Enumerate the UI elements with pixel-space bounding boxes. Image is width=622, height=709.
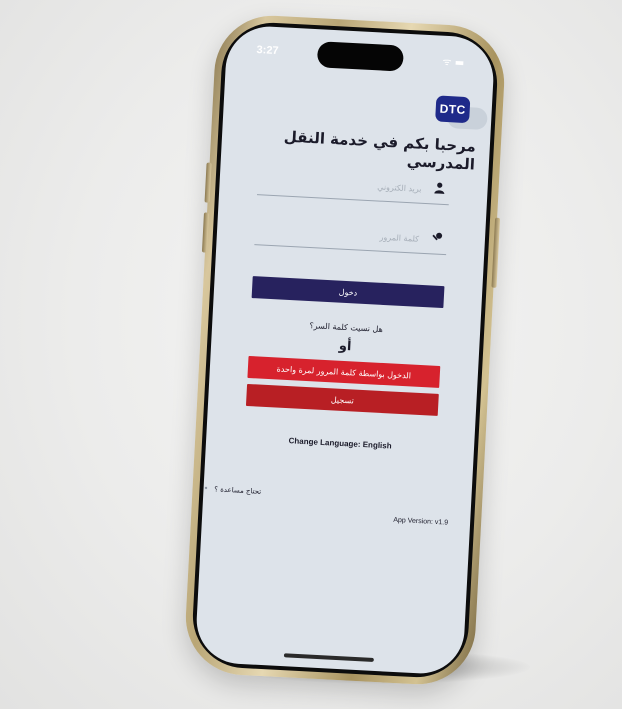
- username-field[interactable]: بريد الكتروني: [256, 166, 451, 206]
- status-icons: ᯤ ▬: [442, 56, 465, 69]
- help-dot-icon: •: [203, 483, 209, 494]
- user-icon-svg: [434, 182, 445, 194]
- dynamic-island: [316, 41, 405, 72]
- volume-down-button: [201, 212, 209, 253]
- phone-screen: 3:27 ᯤ ▬ DTC مرحبا بكم في خدمة النقل الم…: [194, 24, 496, 676]
- power-button: [491, 217, 501, 288]
- login-button[interactable]: دخول: [251, 276, 445, 309]
- home-indicator: [283, 653, 374, 662]
- user-icon: [429, 181, 450, 198]
- password-input[interactable]: كلمة المرور: [255, 226, 427, 244]
- volume-up-button: [204, 162, 212, 203]
- help-text[interactable]: تحتاج مساعدة ؟: [214, 485, 261, 495]
- help-link[interactable]: تحتاج مساعدة ؟ •: [203, 484, 449, 506]
- username-input[interactable]: بريد الكتروني: [258, 176, 430, 194]
- app-logo: DTC: [435, 95, 471, 124]
- app-version: App Version: v1.9: [393, 516, 449, 527]
- register-button[interactable]: تسجيل: [245, 383, 439, 416]
- change-language-link[interactable]: Change Language: English: [206, 432, 474, 455]
- status-time: 3:27: [256, 43, 279, 58]
- otp-login-button[interactable]: الدخول بواسطة كلمة المرور لمرة واحدة: [247, 355, 441, 388]
- key-icon: [426, 231, 447, 248]
- phone-frame: 3:27 ᯤ ▬ DTC مرحبا بكم في خدمة النقل الم…: [182, 12, 508, 688]
- key-icon-svg: [432, 232, 443, 241]
- password-field[interactable]: كلمة المرور: [254, 216, 448, 256]
